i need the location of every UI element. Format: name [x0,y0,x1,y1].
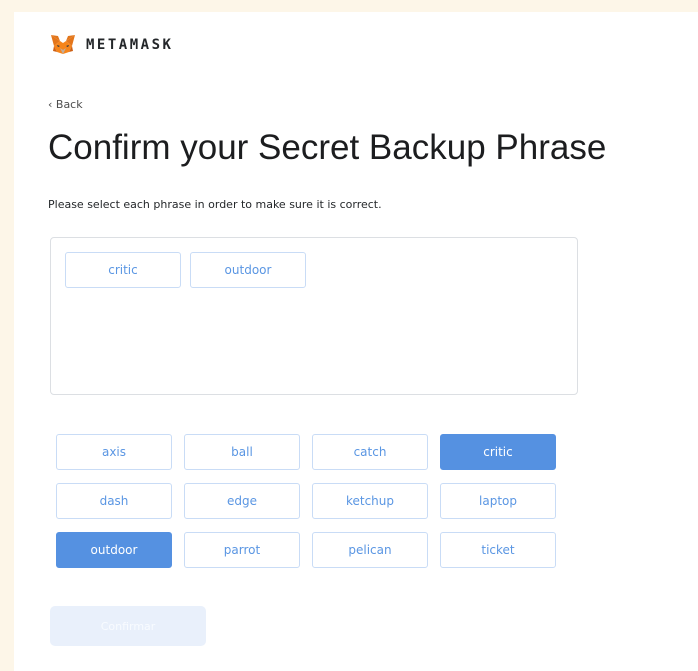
selected-word-chip[interactable]: critic [65,252,181,288]
word-chip-ketchup[interactable]: ketchup [312,483,428,519]
word-chip-critic[interactable]: critic [440,434,556,470]
main-card: METAMASK ‹ Back Confirm your Secret Back… [14,12,698,671]
brand-header: METAMASK [50,34,173,56]
word-chip-outdoor[interactable]: outdoor [56,532,172,568]
page-title: Confirm your Secret Backup Phrase [48,128,607,167]
selected-phrase-area[interactable]: critic outdoor [50,237,578,395]
word-chip-ticket[interactable]: ticket [440,532,556,568]
word-chip-parrot[interactable]: parrot [184,532,300,568]
brand-wordmark: METAMASK [86,37,174,53]
back-link[interactable]: ‹ Back [48,98,83,111]
word-chip-ball[interactable]: ball [184,434,300,470]
page-subtitle: Please select each phrase in order to ma… [48,198,382,211]
metamask-fox-icon [51,35,75,54]
word-chip-pelican[interactable]: pelican [312,532,428,568]
word-chip-catch[interactable]: catch [312,434,428,470]
word-chip-edge[interactable]: edge [184,483,300,519]
word-chip-laptop[interactable]: laptop [440,483,556,519]
word-chip-dash[interactable]: dash [56,483,172,519]
word-chip-axis[interactable]: axis [56,434,172,470]
confirm-button[interactable]: Confirmar [50,606,206,646]
selected-word-chip[interactable]: outdoor [190,252,306,288]
